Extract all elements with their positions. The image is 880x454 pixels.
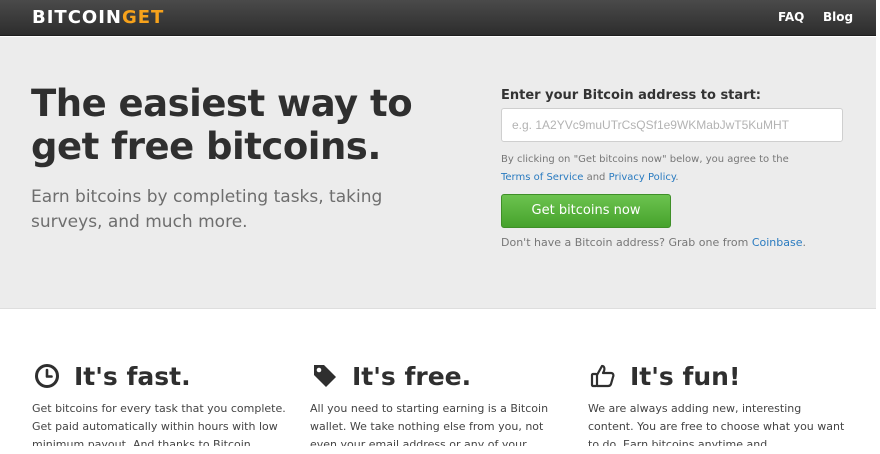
logo-main-text: BITCOIN (32, 7, 122, 28)
nav-link-blog[interactable]: Blog (823, 10, 853, 24)
feature-heading: It's free. (310, 360, 572, 392)
feature-title: It's fast. (74, 361, 191, 391)
privacy-policy-link[interactable]: Privacy Policy (609, 172, 676, 183)
terms-notice: By clicking on "Get bitcoins now" below,… (501, 151, 831, 187)
no-address-notice: Don't have a Bitcoin address? Grab one f… (501, 236, 861, 249)
feature-heading: It's fun! (588, 360, 850, 392)
terms-and: and (586, 172, 606, 183)
feature-fast: It's fast. Get bitcoins for every task t… (32, 360, 294, 447)
clock-icon (32, 361, 62, 391)
address-form-label: Enter your Bitcoin address to start: (501, 88, 761, 103)
site-logo[interactable]: BITCOINGET (32, 7, 164, 28)
hero-section: The easiest way to get free bitcoins. Ea… (0, 37, 876, 309)
feature-description: We are always adding new, interesting co… (588, 402, 845, 446)
hero-title: The easiest way to get free bitcoins. (31, 82, 413, 168)
nav-link-faq[interactable]: FAQ (778, 10, 804, 24)
terms-of-service-link[interactable]: Terms of Service (501, 172, 583, 183)
tag-icon (310, 361, 340, 391)
logo-accent-text: GET (121, 7, 165, 28)
get-bitcoins-button[interactable]: Get bitcoins now (501, 194, 671, 228)
terms-prefix: By clicking on "Get bitcoins now" below,… (501, 154, 789, 165)
hero-subtitle: Earn bitcoins by completing tasks, takin… (31, 187, 383, 232)
feature-heading: It's fast. (32, 360, 294, 392)
thumbs-up-icon (588, 361, 618, 391)
coinbase-link[interactable]: Coinbase (752, 236, 803, 249)
feature-free: It's free. All you need to starting earn… (310, 360, 572, 447)
page: BITCOINGET FAQ Blog The easiest way to g… (0, 0, 876, 454)
feature-fun: It's fun! We are always adding new, inte… (588, 360, 850, 447)
feature-title: It's fun! (630, 361, 741, 391)
terms-end: . (675, 172, 679, 183)
feature-description: All you need to starting earning is a Bi… (310, 402, 549, 446)
feature-description: Get bitcoins for every task that you com… (32, 402, 286, 446)
top-navbar: BITCOINGET FAQ Blog (0, 0, 876, 36)
no-address-end: . (802, 236, 807, 249)
no-address-text: Don't have a Bitcoin address? Grab one f… (501, 236, 749, 249)
bitcoin-address-input[interactable] (501, 108, 843, 142)
feature-title: It's free. (352, 361, 472, 391)
